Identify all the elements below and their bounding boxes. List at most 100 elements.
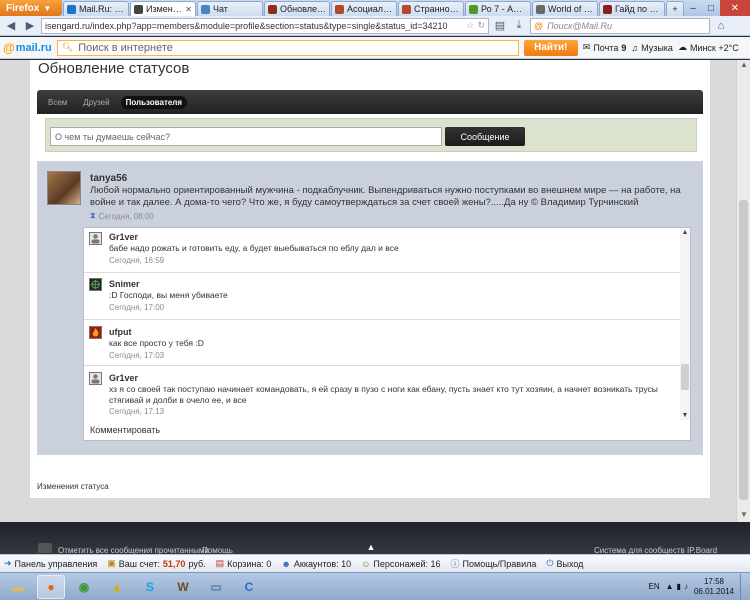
comment-author[interactable]: Gr1ver bbox=[109, 373, 138, 383]
comments-scrollbar[interactable]: ▲ ▼ bbox=[680, 228, 690, 420]
status-feed: tanya56 Любой нормально ориентированный … bbox=[37, 161, 703, 455]
avatar[interactable] bbox=[89, 232, 102, 245]
window-app-icon[interactable]: ▭ bbox=[202, 575, 230, 599]
cart-link[interactable]: ▤ Корзина: 0 bbox=[216, 558, 272, 569]
mail-link[interactable]: ✉ Почта 9 bbox=[583, 42, 627, 53]
mailru-logo[interactable]: @ mail.ru bbox=[3, 41, 52, 55]
browser-tab[interactable]: Ро 7 - Арбитр... bbox=[465, 1, 531, 16]
browser-tab[interactable]: World of Logs ... bbox=[532, 1, 598, 16]
page-scrollbar[interactable]: ▲ ▼ bbox=[736, 60, 750, 522]
scroll-down-icon[interactable]: ▼ bbox=[737, 510, 750, 522]
navigation-bar: ◀ ▶ isengard.ru/index.php?app=members&mo… bbox=[0, 16, 750, 36]
chevron-up-icon[interactable]: ▲ bbox=[666, 582, 674, 591]
tab-all[interactable]: Всем bbox=[43, 96, 72, 109]
firefox-menu-button[interactable]: Firefox ▼ bbox=[0, 0, 62, 16]
new-tab-button[interactable]: + bbox=[666, 1, 684, 16]
avatar[interactable] bbox=[89, 278, 102, 291]
clock[interactable]: 17:58 06.01.2014 bbox=[694, 577, 734, 597]
mailru-search-input[interactable]: 🔍︎ Поиск в интернете bbox=[56, 39, 519, 56]
exit-label: Выход bbox=[556, 558, 584, 569]
balance-widget[interactable]: ▣ Ваш счет: 51,70 руб. bbox=[107, 558, 205, 569]
browser-tab[interactable]: Гайд по армс ... bbox=[599, 1, 665, 16]
firefox-icon[interactable]: ● bbox=[37, 574, 65, 599]
window-close-icon[interactable]: ✕ bbox=[720, 0, 750, 16]
game-account-bar: ➜ Панель управления ▣ Ваш счет: 51,70 руб. ▤… bbox=[0, 554, 750, 572]
exit-link[interactable]: ⏻ Выход bbox=[546, 558, 583, 569]
scroll-up-icon[interactable]: ▲ bbox=[680, 229, 690, 236]
music-label: Музыка bbox=[641, 42, 673, 53]
reload-icon[interactable]: ↻ bbox=[477, 20, 485, 31]
forward-icon[interactable]: ▶ bbox=[22, 18, 38, 34]
music-link[interactable]: ♫ Музыка bbox=[631, 43, 673, 53]
accounts-link[interactable]: ☻ Аккаунтов: 10 bbox=[281, 559, 351, 569]
bookmark-star-icon[interactable]: ☆ bbox=[466, 20, 474, 31]
accounts-label: Аккаунтов: 10 bbox=[293, 558, 352, 569]
characters-link[interactable]: ☺ Персонажей: 16 bbox=[361, 559, 440, 569]
browser-search-box[interactable]: @ Поиск@Mail.Ru bbox=[530, 17, 710, 34]
minimize-icon[interactable]: – bbox=[684, 0, 702, 16]
avatar[interactable] bbox=[89, 372, 102, 385]
comment-item: Gr1ver хз я со своей так поступаю начина… bbox=[84, 366, 682, 421]
avatar[interactable] bbox=[89, 326, 102, 339]
comment-author[interactable]: Gr1ver bbox=[109, 232, 138, 242]
control-panel-link[interactable]: ➜ Панель управления bbox=[4, 558, 97, 569]
url-bar[interactable]: isengard.ru/index.php?app=members&module… bbox=[41, 17, 489, 34]
status-input[interactable] bbox=[50, 127, 442, 146]
show-desktop-button[interactable] bbox=[740, 573, 746, 600]
close-icon[interactable]: ✕ bbox=[185, 5, 192, 14]
back-icon[interactable]: ◀ bbox=[3, 18, 19, 34]
help-rules-link[interactable]: ⓘ Помощь/Правила bbox=[451, 557, 537, 570]
scroll-up-icon[interactable]: ▲ bbox=[737, 60, 750, 72]
warcraft-icon[interactable]: W bbox=[169, 575, 197, 599]
mail-count-badge: 9 bbox=[621, 42, 627, 53]
folder-icon[interactable]: ▬ bbox=[4, 575, 32, 599]
chrome-icon[interactable]: ◉ bbox=[70, 575, 98, 599]
volume-icon[interactable]: ♪ bbox=[684, 582, 688, 591]
browser-tab-active[interactable]: Изменения...✕ bbox=[130, 1, 196, 16]
comments-scroll-thumb[interactable] bbox=[681, 364, 689, 390]
favicon-icon bbox=[134, 4, 143, 14]
avatar[interactable] bbox=[47, 171, 81, 205]
comment-text: :D Господи, вы меня убиваете bbox=[109, 290, 228, 300]
weather-widget[interactable]: ☁ Минск +2°C bbox=[678, 42, 739, 53]
scroll-down-icon[interactable]: ▼ bbox=[680, 412, 690, 419]
tab-user[interactable]: Пользователя bbox=[120, 95, 188, 109]
status-author[interactable]: tanya56 bbox=[90, 173, 127, 184]
mailru-search-placeholder: Поиск в интернете bbox=[78, 41, 173, 54]
bookmarks-icon[interactable]: ▤ bbox=[492, 18, 508, 34]
telegram-like-icon[interactable]: C bbox=[235, 575, 263, 599]
favicon-icon bbox=[603, 4, 612, 14]
rss-icon[interactable] bbox=[38, 543, 52, 553]
maximize-icon[interactable]: □ bbox=[702, 0, 720, 16]
status-type-icon[interactable]: ⧗ bbox=[90, 211, 96, 221]
tab-friends[interactable]: Друзей bbox=[78, 96, 114, 109]
downloads-icon[interactable]: ⤓ bbox=[511, 18, 527, 34]
cart-label: Корзина: 0 bbox=[227, 558, 272, 569]
post-status-button[interactable]: Сообщение bbox=[445, 127, 525, 146]
browser-tab[interactable]: Асоциальное ... bbox=[331, 1, 397, 16]
comment-author[interactable]: Snimer bbox=[109, 279, 140, 289]
browser-tab[interactable]: Mail.Ru: Визуа... bbox=[63, 1, 129, 16]
back-to-top-icon[interactable]: ▲ bbox=[364, 542, 378, 554]
page-scroll-thumb[interactable] bbox=[739, 200, 748, 500]
firefox-menu-label: Firefox bbox=[6, 2, 40, 14]
browser-tab[interactable]: Странное РО ... bbox=[398, 1, 464, 16]
user-icon: ☻ bbox=[281, 558, 291, 569]
network-icon[interactable]: ▮ bbox=[677, 582, 681, 591]
forum-footer: Отметить все сообщения прочитанными Помо… bbox=[0, 522, 750, 555]
status-changes-link[interactable]: Изменения статуса bbox=[37, 482, 109, 491]
find-button[interactable]: Найти! bbox=[523, 39, 578, 56]
mail-label: Почта bbox=[593, 42, 619, 53]
skype-icon[interactable]: S bbox=[136, 575, 164, 599]
warning-app-icon[interactable]: ▲ bbox=[103, 575, 131, 599]
comment-author[interactable]: ufput bbox=[109, 327, 132, 337]
browser-tab[interactable]: Чат bbox=[197, 1, 263, 16]
info-icon: ⓘ bbox=[450, 559, 460, 569]
mailru-toolbar: @ mail.ru 🔍︎ Поиск в интернете Найти! ✉ По… bbox=[0, 37, 750, 59]
user-silhouette-icon bbox=[91, 374, 100, 384]
language-indicator[interactable]: EN bbox=[649, 582, 660, 591]
comment-link[interactable]: Комментировать bbox=[90, 425, 160, 435]
home-icon[interactable]: ⌂ bbox=[713, 18, 729, 34]
browser-tab[interactable]: Обновлены п... bbox=[264, 1, 330, 16]
status-meta: ⧗ Сегодня, 08:00 bbox=[90, 211, 154, 221]
